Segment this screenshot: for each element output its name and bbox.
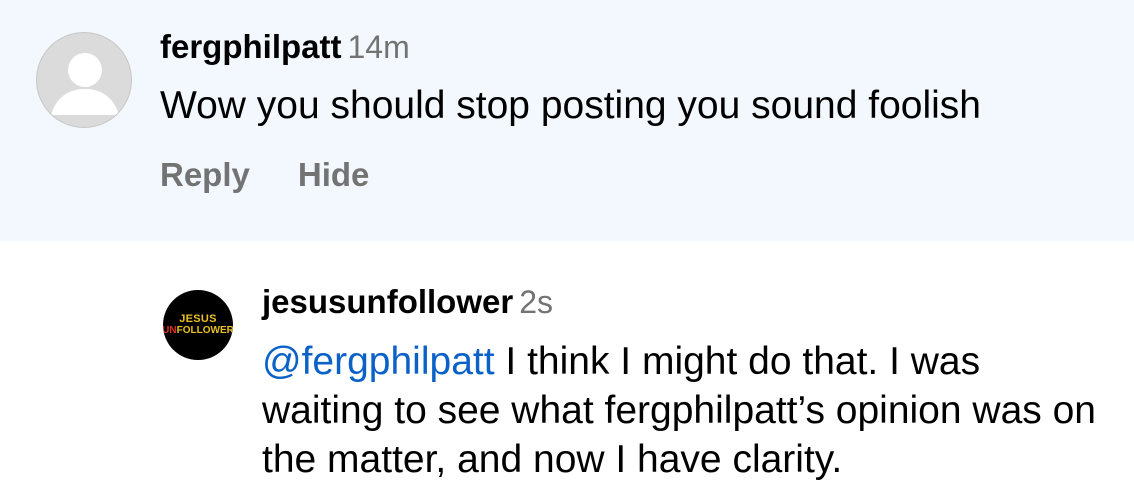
reply-username[interactable]: jesusunfollower: [262, 283, 513, 320]
reply-button[interactable]: Reply: [160, 156, 250, 193]
reply-text: @fergphilpatt I think I might do that. I…: [262, 337, 1102, 484]
person-silhouette-icon: [51, 53, 119, 115]
avatar-logo-line2: UNFOLLOWER: [163, 325, 233, 336]
avatar-logo-line1: JESUS: [179, 313, 217, 325]
highlighted-comment: fergphilpatt 14m Wow you should stop post…: [0, 0, 1134, 241]
comment-meta: fergphilpatt 14m: [160, 28, 410, 66]
comment-timestamp: 14m: [347, 29, 410, 65]
reply-avatar[interactable]: JESUS UNFOLLOWER: [163, 290, 233, 360]
comment-username[interactable]: fergphilpatt: [160, 28, 341, 65]
reply-meta: jesusunfollower 2s: [262, 283, 553, 321]
comment-actions: Reply Hide: [160, 156, 417, 194]
comment-text: Wow you should stop posting you sound fo…: [160, 84, 981, 127]
reply-timestamp: 2s: [519, 284, 554, 320]
mention-link[interactable]: @fergphilpatt: [262, 340, 495, 383]
default-avatar[interactable]: [36, 32, 132, 128]
hide-button[interactable]: Hide: [298, 156, 370, 193]
